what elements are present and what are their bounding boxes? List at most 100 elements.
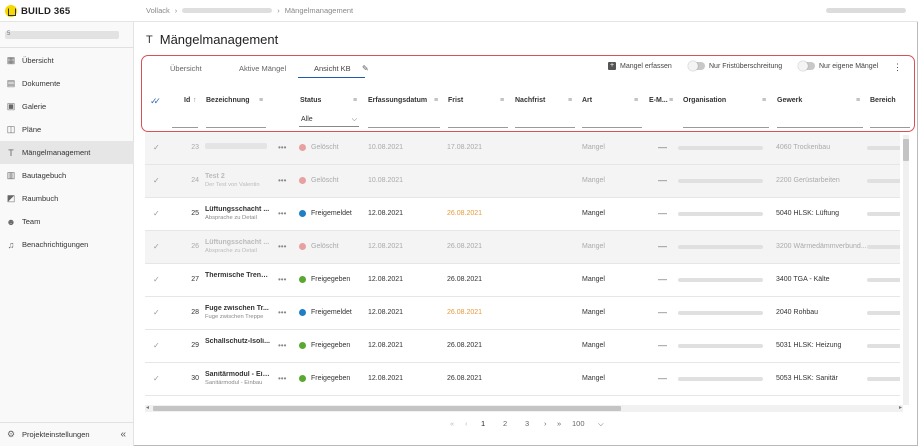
sort-arrow-icon[interactable]: ↑: [193, 97, 197, 104]
filter-icon[interactable]: ≡: [259, 97, 263, 104]
user-menu-redacted[interactable]: [826, 8, 906, 13]
scroll-left-icon[interactable]: ◂: [146, 404, 149, 411]
collapse-sidebar-icon[interactable]: «: [120, 429, 126, 440]
row-more-icon[interactable]: •••: [278, 374, 286, 383]
sidebar-item-projekteinstellungen[interactable]: ⚙ Projekteinstellungen «: [0, 422, 134, 446]
toggle-eigene-maengel[interactable]: Nur eigene Mängel: [798, 61, 878, 71]
row-checkmark-icon[interactable]: ✓: [153, 341, 160, 350]
filter-icon[interactable]: ≡: [434, 97, 438, 104]
row-more-icon[interactable]: •••: [278, 341, 286, 350]
table-row[interactable]: ✓ 24 Test 2 Der Test von Valentin ••• Ge…: [145, 165, 900, 198]
page-size-select[interactable]: 100: [572, 419, 585, 428]
app-logo[interactable]: BUILD 365: [5, 5, 70, 17]
sidebar-item-mängelmanagement[interactable]: T Mängelmanagement: [0, 141, 134, 164]
page-1-button[interactable]: 1: [481, 419, 485, 428]
row-more-icon[interactable]: •••: [278, 209, 286, 218]
filter-icon[interactable]: ≡: [500, 97, 504, 104]
sidebar-item-benachrichtigungen[interactable]: ♫ Benachrichtigungen: [0, 233, 134, 256]
column-header-erfassungsdatum[interactable]: Erfassungsdatum: [368, 97, 427, 104]
column-header-email[interactable]: E-M...: [649, 97, 668, 104]
sidebar-item-übersicht[interactable]: ▦ Übersicht: [0, 49, 134, 72]
column-header-bezeichnung[interactable]: Bezeichnung: [206, 97, 250, 104]
column-header-bereich[interactable]: Bereich: [870, 97, 896, 104]
horizontal-scrollbar-thumb[interactable]: [153, 406, 621, 411]
next-page-icon[interactable]: ›: [544, 419, 547, 428]
tab-ansicht-kb[interactable]: Ansicht KB: [298, 59, 365, 78]
toggle-switch[interactable]: [798, 61, 815, 71]
table-row[interactable]: ✓ 27 Thermische Trenn... ••• Freigegeben…: [145, 264, 900, 297]
last-page-icon[interactable]: »: [557, 419, 561, 428]
table-row[interactable]: ✓ 26 Lüftungsschacht ... Absprache zu De…: [145, 231, 900, 264]
more-vert-icon[interactable]: ⋮: [893, 62, 902, 73]
filter-input-bezeichnung[interactable]: [206, 127, 266, 128]
table-row[interactable]: ✓ 29 Schallschutz-Isoli... ••• Freigegeb…: [145, 330, 900, 363]
tab-uebersicht[interactable]: Übersicht: [170, 59, 202, 78]
column-header-nachfrist[interactable]: Nachfrist: [515, 97, 545, 104]
filter-input-organisation[interactable]: [683, 127, 769, 128]
toggle-switch[interactable]: [688, 61, 705, 71]
sidebar-item-galerie[interactable]: ▣ Galerie: [0, 95, 134, 118]
filter-icon[interactable]: ≡: [856, 97, 860, 104]
filter-icon[interactable]: ≡: [634, 97, 638, 104]
column-header-gewerk[interactable]: Gewerk: [777, 97, 802, 104]
column-header-organisation[interactable]: Organisation: [683, 97, 726, 104]
horizontal-scrollbar[interactable]: ◂ ▸: [145, 405, 903, 412]
row-more-icon[interactable]: •••: [278, 176, 286, 185]
filter-input-gewerk[interactable]: [777, 127, 863, 128]
filter-input-frist[interactable]: [448, 127, 508, 128]
column-header-art[interactable]: Art: [582, 97, 592, 104]
breadcrumb-project-redacted[interactable]: [182, 8, 273, 13]
row-checkmark-icon[interactable]: ✓: [153, 275, 160, 284]
filter-input-art[interactable]: [582, 127, 642, 128]
filter-input-erfassungsdatum[interactable]: [368, 127, 440, 128]
status-filter-select[interactable]: Alle ⌵: [299, 116, 359, 127]
row-checkmark-icon[interactable]: ✓: [153, 176, 160, 185]
sidebar-item-dokumente[interactable]: ▤ Dokumente: [0, 72, 134, 95]
filter-input-bereich[interactable]: [870, 127, 910, 128]
page-3-button[interactable]: 3: [525, 419, 529, 428]
scroll-right-icon[interactable]: ▸: [899, 404, 902, 411]
status-dot: [299, 144, 306, 151]
row-more-icon[interactable]: •••: [278, 242, 286, 251]
row-more-icon[interactable]: •••: [278, 308, 286, 317]
breadcrumb-root[interactable]: Vollack: [146, 6, 170, 15]
select-all-checkmark-icon[interactable]: ✓✓: [150, 96, 161, 107]
row-checkmark-icon[interactable]: ✓: [153, 209, 160, 218]
add-mangel-button[interactable]: + Mangel erfassen: [608, 62, 672, 70]
cell-id: 23: [191, 144, 199, 151]
vertical-scrollbar-thumb[interactable]: [903, 139, 909, 161]
table-row[interactable]: ✓ 30 Sanitärmodul - Ein... Sanitärmodul …: [145, 363, 900, 396]
pencil-icon[interactable]: ✎: [362, 64, 369, 73]
filter-icon[interactable]: ≡: [669, 97, 673, 104]
column-header-frist[interactable]: Frist: [448, 97, 463, 104]
row-checkmark-icon[interactable]: ✓: [153, 308, 160, 317]
filter-input-id[interactable]: [172, 127, 198, 128]
sidebar-item-bautagebuch[interactable]: ▥ Bautagebuch: [0, 164, 134, 187]
first-page-icon[interactable]: «: [450, 419, 454, 428]
column-header-id[interactable]: Id: [184, 97, 190, 104]
project-selector-redacted[interactable]: [5, 31, 119, 39]
chevron-down-icon[interactable]: ⌵: [598, 419, 604, 429]
filter-icon[interactable]: ≡: [353, 97, 357, 104]
prev-page-icon[interactable]: ‹: [465, 419, 468, 428]
filter-input-nachfrist[interactable]: [515, 127, 575, 128]
cell-art: Mangel: [582, 309, 605, 316]
table-row[interactable]: ✓ 23 ••• Gelöscht 10.08.2021 17.08.2021 …: [145, 132, 900, 165]
page-2-button[interactable]: 2: [503, 419, 507, 428]
table-row[interactable]: ✓ 28 Fuge zwischen Tr... Fuge zwischen T…: [145, 297, 900, 330]
toggle-fristueberschreitung[interactable]: Nur Fristüberschreitung: [688, 61, 782, 71]
filter-icon[interactable]: ≡: [762, 97, 766, 104]
column-header-status[interactable]: Status: [300, 97, 321, 104]
sidebar-item-pläne[interactable]: ◫ Pläne: [0, 118, 134, 141]
row-more-icon[interactable]: •••: [278, 275, 286, 284]
vertical-scrollbar[interactable]: [903, 135, 909, 405]
row-more-icon[interactable]: •••: [278, 143, 286, 152]
tab-aktive-maengel[interactable]: Aktive Mängel: [239, 59, 286, 78]
filter-icon[interactable]: ≡: [568, 97, 572, 104]
sidebar-item-raumbuch[interactable]: ◩ Raumbuch: [0, 187, 134, 210]
row-checkmark-icon[interactable]: ✓: [153, 143, 160, 152]
table-row[interactable]: ✓ 25 Lüftungsschacht ... Absprache zu De…: [145, 198, 900, 231]
row-checkmark-icon[interactable]: ✓: [153, 374, 160, 383]
sidebar-item-team[interactable]: ☻ Team: [0, 210, 134, 233]
row-checkmark-icon[interactable]: ✓: [153, 242, 160, 251]
